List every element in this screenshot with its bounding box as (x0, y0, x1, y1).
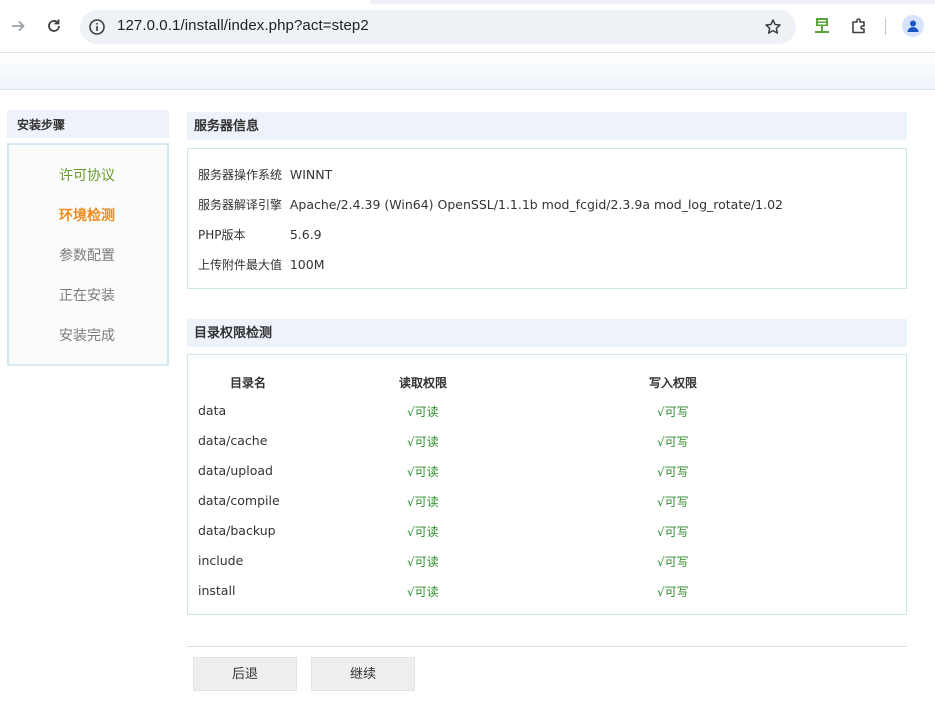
table-row: data/upload √可读 √可写 (188, 463, 906, 493)
info-row-upload: 上传附件最大值 100M (198, 256, 325, 273)
toolbar-divider (885, 18, 886, 35)
info-value: WINNT (289, 167, 333, 182)
address-bar[interactable]: 127.0.0.1/install/index.php?act=step2 (80, 10, 796, 44)
table-row: data/backup √可读 √可写 (188, 523, 906, 553)
read-status: √可读 (407, 555, 439, 569)
write-status: √可写 (657, 465, 689, 479)
read-status: √可读 (407, 585, 439, 599)
step-config: 参数配置 (59, 248, 115, 264)
steps-title: 安装步骤 (7, 110, 169, 138)
info-label: 上传附件最大值 (198, 258, 283, 272)
server-info-panel: 服务器操作系统 WINNT 服务器解译引擎 Apache/2.4.39 (Win… (187, 148, 907, 289)
info-label: 服务器操作系统 (198, 168, 283, 182)
extension-app-icon[interactable] (812, 16, 832, 36)
dir-name: include (198, 553, 244, 568)
dir-check-panel: 目录名 读取权限 写入权限 data √可读 √可写 data/cache √可… (187, 354, 907, 615)
write-status: √可写 (657, 405, 689, 419)
dir-name: data/upload (198, 463, 273, 478)
write-status: √可写 (657, 435, 689, 449)
read-status: √可读 (407, 435, 439, 449)
active-tab[interactable] (0, 0, 370, 4)
continue-button[interactable]: 继续 (311, 657, 415, 691)
bookmark-star-icon[interactable] (764, 18, 782, 36)
actions-divider (187, 646, 907, 647)
dir-name: data/compile (198, 493, 280, 508)
reload-icon[interactable] (42, 14, 66, 38)
step-installing: 正在安装 (59, 288, 115, 304)
col-header-read: 读取权限 (399, 376, 448, 390)
step-env-check: 环境检测 (59, 208, 115, 224)
info-label: 服务器解译引擎 (198, 198, 283, 212)
step-complete: 安装完成 (59, 328, 115, 344)
read-status: √可读 (407, 495, 439, 509)
write-status: √可写 (657, 555, 689, 569)
browser-toolbar: 127.0.0.1/install/index.php?act=step2 (0, 0, 935, 53)
info-label: PHP版本 (198, 228, 246, 242)
dir-name: data/cache (198, 433, 268, 448)
read-status: √可读 (407, 525, 439, 539)
back-button[interactable]: 后退 (193, 657, 297, 691)
tab-strip (0, 0, 935, 4)
info-row-php: PHP版本 5.6.9 (198, 226, 322, 243)
extensions-puzzle-icon[interactable] (849, 16, 869, 36)
info-row-engine: 服务器解译引擎 Apache/2.4.39 (Win64) OpenSSL/1.… (198, 196, 783, 213)
read-status: √可读 (407, 405, 439, 419)
info-value: 100M (289, 257, 325, 272)
profile-avatar-icon[interactable] (902, 15, 924, 37)
read-status: √可读 (407, 465, 439, 479)
forward-icon[interactable] (6, 14, 30, 38)
server-info-title: 服务器信息 (187, 112, 907, 140)
info-row-os: 服务器操作系统 WINNT (198, 166, 332, 183)
step-license: 许可协议 (59, 168, 115, 184)
write-status: √可写 (657, 495, 689, 509)
write-status: √可写 (657, 585, 689, 599)
dir-name: install (198, 583, 236, 598)
dir-name: data/backup (198, 523, 276, 538)
page-header-band (0, 53, 935, 90)
col-header-dir: 目录名 (230, 376, 267, 390)
table-row: include √可读 √可写 (188, 553, 906, 583)
info-value: Apache/2.4.39 (Win64) OpenSSL/1.1.1b mod… (289, 197, 783, 212)
table-row: data/cache √可读 √可写 (188, 433, 906, 463)
info-value: 5.6.9 (289, 227, 322, 242)
site-info-icon[interactable] (88, 18, 106, 36)
table-row: install √可读 √可写 (188, 583, 906, 613)
table-row: data √可读 √可写 (188, 403, 906, 433)
table-row: data/compile √可读 √可写 (188, 493, 906, 523)
col-header-write: 写入权限 (649, 376, 698, 390)
dir-check-title: 目录权限检测 (187, 319, 907, 347)
dir-name: data (198, 403, 227, 418)
url-text[interactable]: 127.0.0.1/install/index.php?act=step2 (117, 17, 369, 34)
steps-list: 许可协议 环境检测 参数配置 正在安装 安装完成 (7, 143, 169, 366)
write-status: √可写 (657, 525, 689, 539)
